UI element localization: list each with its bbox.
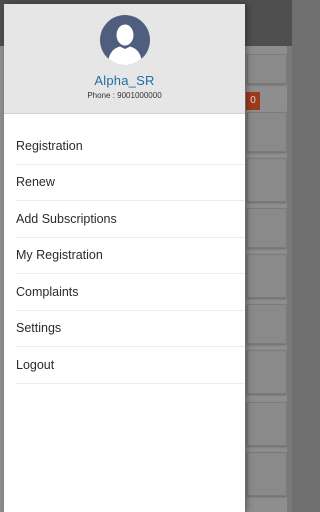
menu-item-label: Renew bbox=[16, 175, 55, 190]
user-silhouette-icon[interactable] bbox=[99, 15, 150, 65]
menu-item-registration[interactable]: Registration bbox=[16, 128, 245, 165]
drawer-menu: Registration Renew Add Subscriptions My … bbox=[4, 128, 245, 384]
background-badge: 0 bbox=[246, 92, 260, 110]
menu-item-label: Complaints bbox=[16, 284, 79, 299]
menu-item-my-registration[interactable]: My Registration bbox=[16, 238, 245, 274]
background-card bbox=[247, 54, 287, 84]
menu-item-label: Settings bbox=[16, 321, 62, 336]
background-card bbox=[247, 452, 287, 496]
menu-item-logout[interactable]: Logout bbox=[16, 347, 245, 384]
menu-item-add-subscriptions[interactable]: Add Subscriptions bbox=[16, 201, 245, 238]
user-phone: Phone : 9001000000 bbox=[87, 91, 162, 100]
background-card bbox=[247, 304, 287, 344]
user-name: Alpha_SR bbox=[94, 73, 155, 88]
menu-item-label: Logout bbox=[16, 357, 55, 372]
background-card bbox=[247, 158, 287, 202]
background-card bbox=[247, 112, 287, 152]
menu-item-label: My Registration bbox=[16, 248, 103, 263]
drawer-header: Alpha_SR Phone : 9001000000 bbox=[4, 4, 245, 114]
background-card bbox=[247, 254, 287, 298]
background-card bbox=[247, 208, 287, 248]
menu-item-renew[interactable]: Renew bbox=[16, 165, 245, 201]
background-scroll-edge bbox=[287, 46, 292, 512]
menu-item-label: Registration bbox=[16, 138, 83, 153]
navigation-drawer: Alpha_SR Phone : 9001000000 Registration… bbox=[4, 4, 245, 512]
menu-item-complaints[interactable]: Complaints bbox=[16, 274, 245, 311]
menu-item-settings[interactable]: Settings bbox=[16, 311, 245, 347]
menu-item-label: Add Subscriptions bbox=[16, 211, 117, 226]
background-card bbox=[247, 350, 287, 394]
background-card bbox=[247, 402, 287, 446]
